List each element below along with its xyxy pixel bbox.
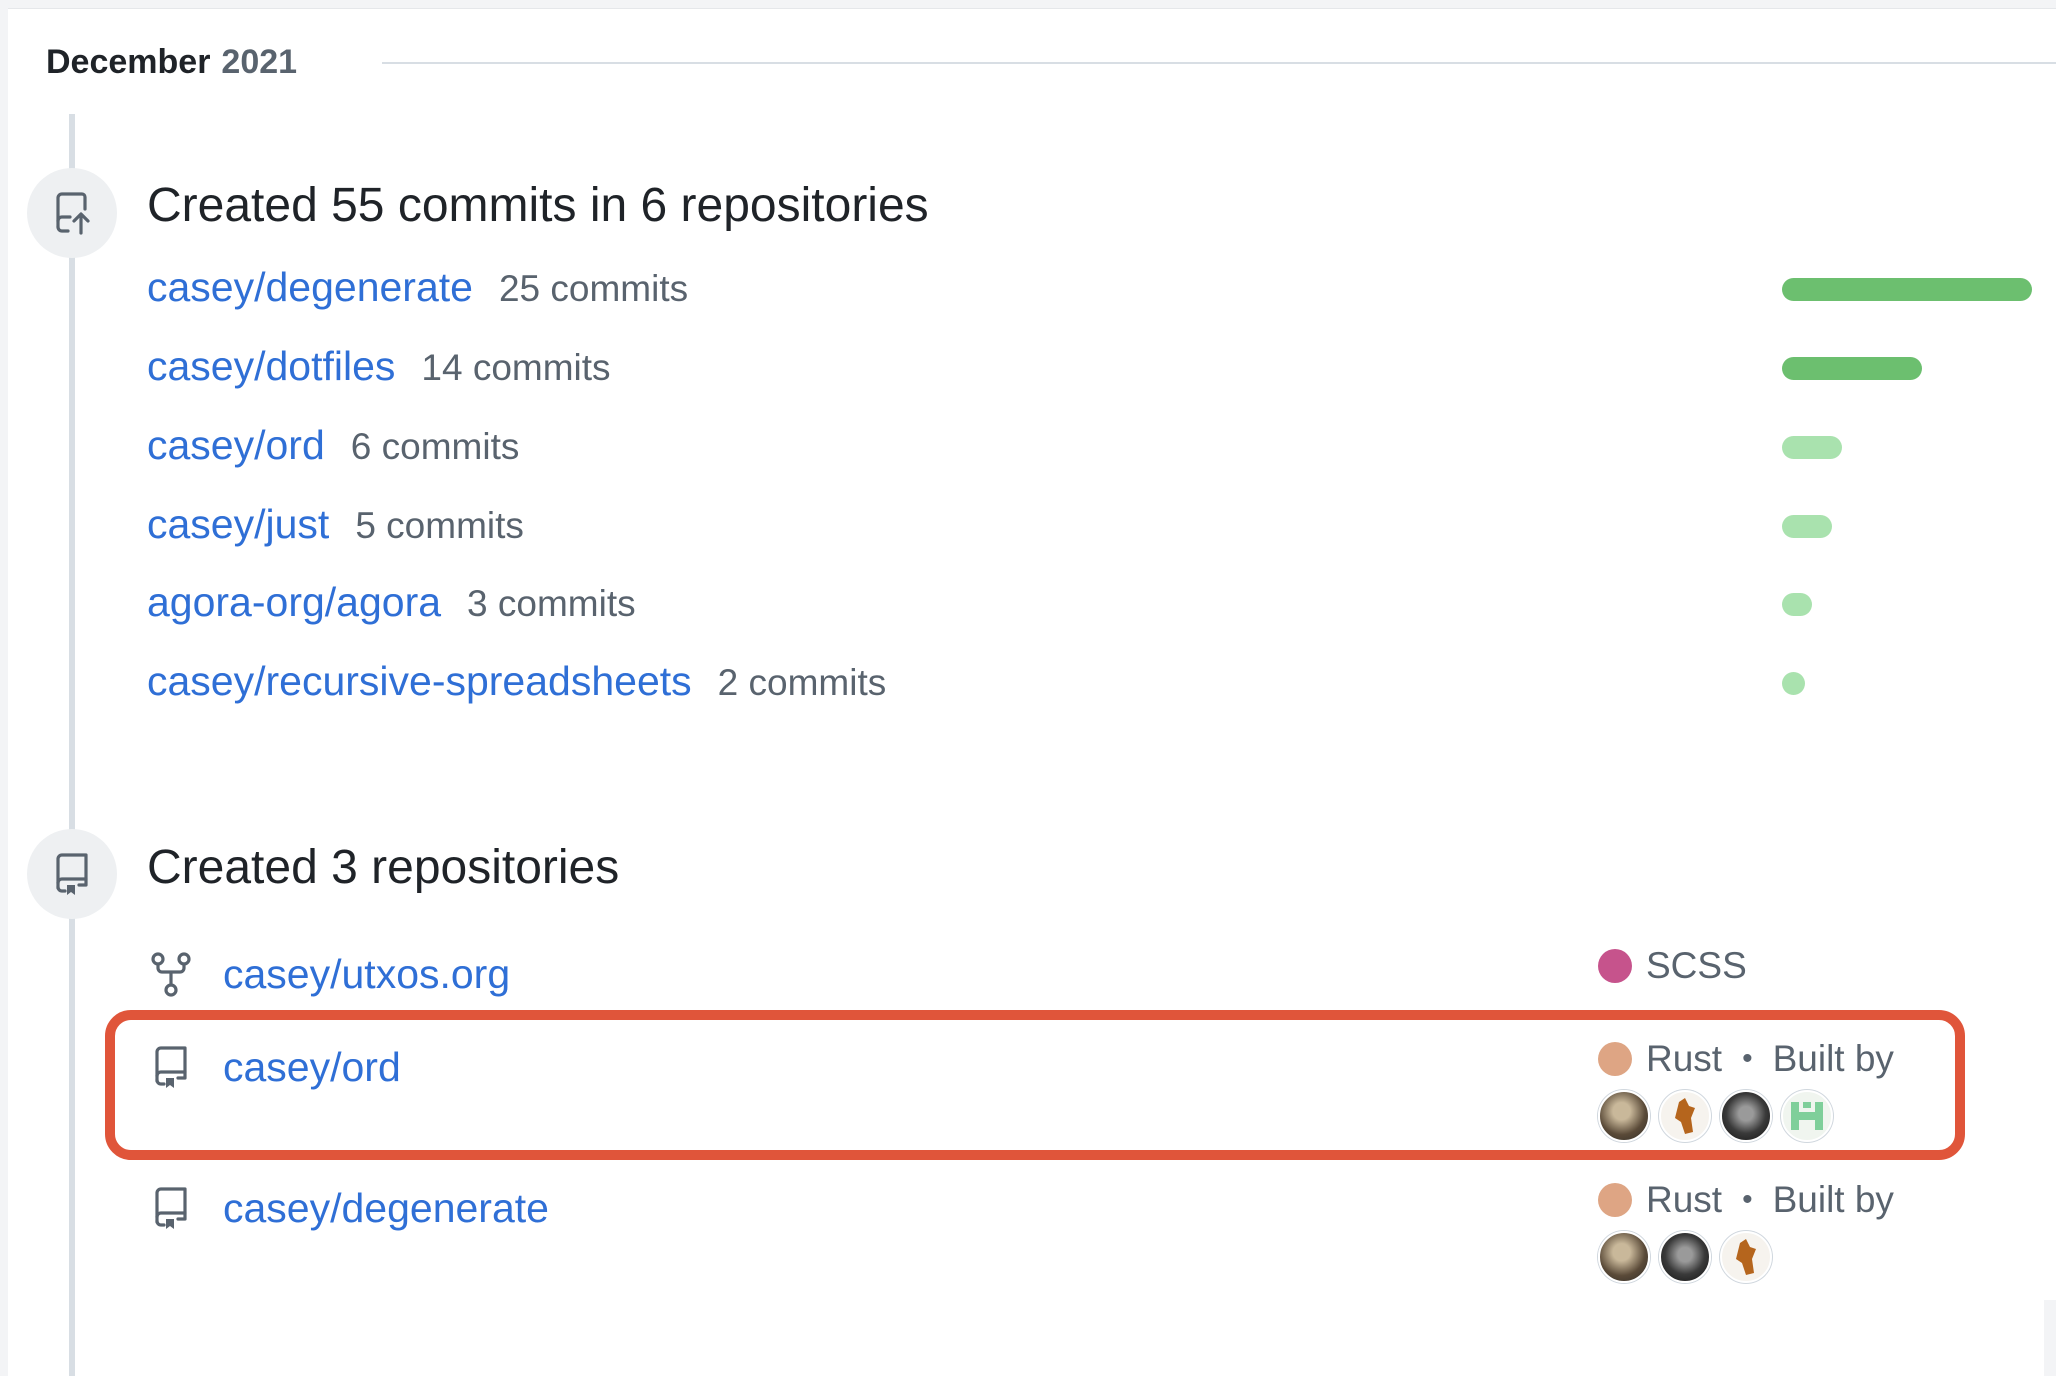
repo-link[interactable]: casey/just (147, 501, 329, 548)
language-color-dot (1598, 949, 1632, 983)
language-label: Rust (1646, 1179, 1723, 1220)
repo-icon (56, 853, 88, 895)
repo-link[interactable]: casey/degenerate (223, 1185, 549, 1232)
contributor-avatar[interactable] (1720, 1231, 1772, 1283)
commit-bar (1782, 593, 1812, 616)
commit-bar (1782, 278, 2032, 301)
contributor-avatar[interactable] (1781, 1090, 1833, 1142)
fork-icon (151, 952, 191, 997)
created-repo-row: casey/ord (147, 1036, 401, 1098)
repo-icon-badge (27, 829, 117, 919)
dog-avatar-icon (1736, 1239, 1756, 1275)
commit-bar (1782, 436, 1842, 459)
contributor-avatars (1598, 1231, 1781, 1283)
contributor-avatar[interactable] (1598, 1090, 1650, 1142)
contributor-avatar[interactable] (1598, 1231, 1650, 1283)
repo-meta: Rust • Built by (1598, 1179, 1894, 1221)
commit-row: agora-org/agora 3 commits (147, 579, 636, 639)
top-border (0, 0, 2056, 9)
repo-meta: SCSS (1598, 945, 1747, 987)
commit-row: casey/degenerate 25 commits (147, 264, 688, 324)
contributor-avatar[interactable] (1659, 1231, 1711, 1283)
language-label: SCSS (1646, 945, 1747, 986)
commit-count-link[interactable]: 2 commits (718, 662, 887, 704)
timeline-line (69, 114, 75, 1376)
commit-row: casey/dotfiles 14 commits (147, 343, 611, 403)
contributor-avatars (1598, 1090, 1842, 1142)
repos-section-title: Created 3 repositories (147, 841, 620, 894)
repo-link[interactable]: casey/degenerate (147, 264, 473, 311)
built-by-label: Built by (1772, 1038, 1894, 1079)
commit-bar (1782, 672, 1805, 695)
repo-icon (155, 1187, 187, 1229)
commit-row: casey/just 5 commits (147, 501, 524, 561)
commit-bar (1782, 357, 1922, 380)
left-border (0, 0, 8, 1376)
commit-bar (1782, 515, 1832, 538)
built-by-label: Built by (1772, 1179, 1894, 1220)
commit-count-link[interactable]: 5 commits (355, 505, 524, 547)
repo-icon (155, 1046, 187, 1088)
language-color-dot (1598, 1183, 1632, 1217)
repo-link[interactable]: casey/dotfiles (147, 343, 395, 390)
month-label: December (46, 42, 211, 81)
repo-link[interactable]: agora-org/agora (147, 579, 441, 626)
month-divider (382, 62, 2056, 64)
commit-count-link[interactable]: 14 commits (421, 347, 610, 389)
separator-dot: • (1742, 1042, 1753, 1075)
repo-link[interactable]: casey/ord (147, 422, 325, 469)
commit-row: casey/ord 6 commits (147, 422, 519, 482)
separator-dot: • (1742, 1183, 1753, 1216)
commit-count-link[interactable]: 25 commits (499, 268, 688, 310)
language-color-dot (1598, 1042, 1632, 1076)
push-icon-badge (27, 168, 117, 258)
commit-count-link[interactable]: 6 commits (351, 426, 520, 468)
commit-count-link[interactable]: 3 commits (467, 583, 636, 625)
repo-link[interactable]: casey/ord (223, 1044, 401, 1091)
language-label: Rust (1646, 1038, 1723, 1079)
commits-section-title: Created 55 commits in 6 repositories (147, 179, 929, 232)
repo-link[interactable]: casey/recursive-spreadsheets (147, 658, 692, 705)
commit-row: casey/recursive-spreadsheets 2 commits (147, 658, 886, 718)
month-heading: December 2021 (46, 36, 297, 88)
contributor-avatar[interactable] (1659, 1090, 1711, 1142)
year-label: 2021 (221, 42, 298, 81)
repo-meta: Rust • Built by (1598, 1038, 1894, 1080)
right-edge (2044, 1300, 2056, 1376)
created-repo-row: casey/utxos.org (147, 943, 510, 1005)
contribution-activity: December 2021 Created 55 commits in 6 re… (0, 0, 2056, 1376)
repo-link[interactable]: casey/utxos.org (223, 951, 510, 998)
dog-avatar-icon (1675, 1098, 1695, 1134)
identicon-avatar-icon (1791, 1102, 1823, 1130)
created-repo-row: casey/degenerate (147, 1177, 549, 1239)
repo-push-icon (56, 192, 90, 235)
contributor-avatar[interactable] (1720, 1090, 1772, 1142)
